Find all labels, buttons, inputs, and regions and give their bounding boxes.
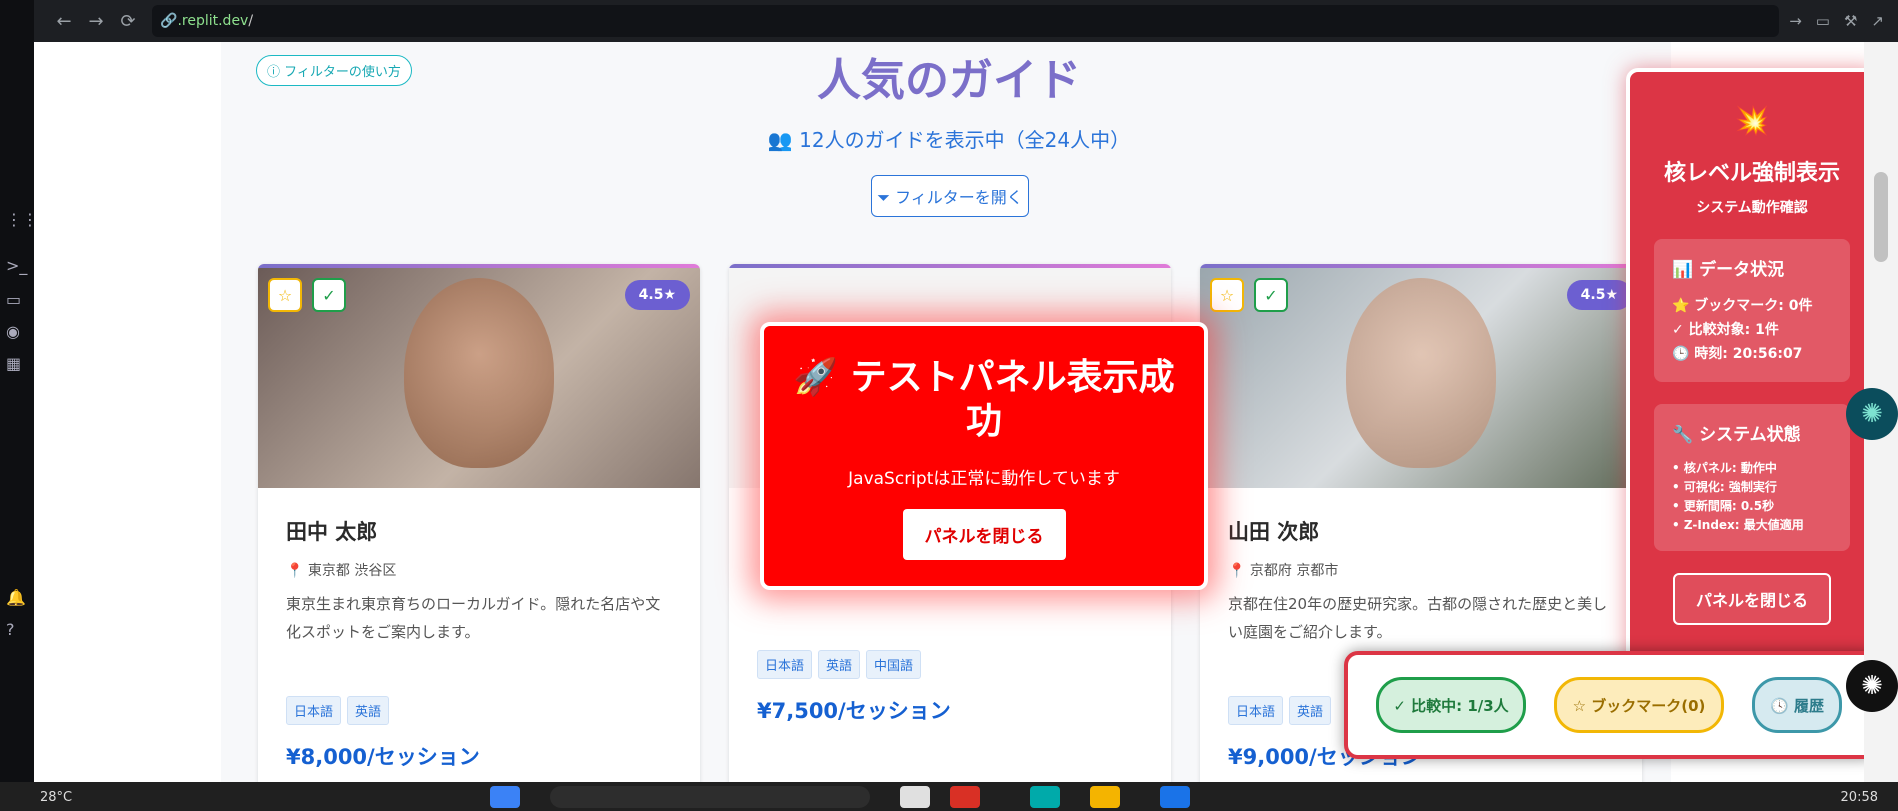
app-icon[interactable]	[950, 786, 980, 808]
page-title: 人気のガイド	[817, 55, 1081, 106]
nuke-panel: 💥 核レベル強制表示 システム動作確認 📊 データ状況 ⭐ ブックマーク: 0件…	[1626, 68, 1864, 672]
clock: 20:58	[1840, 790, 1878, 805]
grid-icon[interactable]: ▦	[6, 354, 21, 373]
guide-photo: ☆ ✓ 4.5★	[258, 268, 700, 488]
history-button[interactable]: 🕓 履歴	[1752, 677, 1842, 733]
open-filter-button[interactable]: ⏷ フィルターを開く	[871, 175, 1029, 217]
guide-photo: ☆ ✓ 4.5★	[1200, 268, 1642, 488]
chatgpt-icon[interactable]: ✺	[1846, 388, 1898, 440]
system-status-line: • 更新間隔: 0.5秒	[1672, 499, 1775, 513]
back-icon[interactable]: ←	[48, 11, 80, 32]
language-tag: 日本語	[757, 650, 813, 679]
bell-icon[interactable]: 🔔	[6, 588, 26, 607]
left-rail: ⋮⋮ >_ ▭ ◉ ▦ 🔔 ?	[0, 0, 38, 811]
guide-location: 📍 京都府 京都市	[1228, 563, 1339, 579]
wrench-icon[interactable]: ⚒	[1844, 12, 1857, 30]
reload-icon[interactable]: ⟳	[112, 11, 144, 32]
map-pin-icon: 📍	[1228, 563, 1246, 579]
compare-check-icon[interactable]: ✓	[1254, 278, 1288, 312]
app-icon[interactable]	[900, 786, 930, 808]
language-tag: 日本語	[286, 696, 342, 725]
globe-icon[interactable]: ◉	[6, 322, 20, 341]
assistant-icon[interactable]: ✺	[1846, 660, 1898, 712]
taskbar-search[interactable]	[550, 786, 870, 808]
screen-icon[interactable]: ▭	[1816, 12, 1830, 30]
data-status-line: 🕒 時刻: 20:56:07	[1672, 346, 1803, 362]
weather-temp: 28°C	[40, 790, 73, 805]
arrow-right-icon[interactable]: →	[1789, 12, 1802, 30]
data-status-line: ✓ 比較対象: 1件	[1672, 322, 1779, 338]
app-icon[interactable]	[1030, 786, 1060, 808]
data-status-line: ⭐ ブックマーク: 0件	[1672, 298, 1813, 314]
forward-icon[interactable]: →	[80, 11, 112, 32]
system-status-line: • Z-Index: 最大値適用	[1672, 518, 1804, 532]
url-path: /	[248, 13, 254, 29]
guide-price: ¥7,500/セッション	[757, 699, 951, 723]
guide-count: 👥 12人のガイドを表示中（全24人中）	[767, 128, 1131, 152]
page: ⓘ フィルターの使い方 人気のガイド 👥 12人のガイドを表示中（全24人中） …	[34, 42, 1864, 782]
url-host: .replit.dev	[177, 13, 249, 29]
monitor-icon[interactable]: ▭	[6, 290, 21, 309]
browser-toolbar: ← → ⟳ 🔗 .replit.dev / → ▭ ⚒ ↗	[34, 0, 1898, 42]
nuke-panel-subtitle: システム動作確認	[1696, 200, 1808, 216]
link-icon: 🔗	[160, 13, 178, 29]
bookmark-star-icon[interactable]: ☆	[1210, 278, 1244, 312]
help-icon[interactable]: ?	[6, 620, 15, 639]
close-test-panel-button[interactable]: パネルを閉じる	[902, 509, 1066, 560]
language-tag: 中国語	[866, 650, 922, 679]
nuke-panel-title: 核レベル強制表示	[1663, 161, 1840, 186]
rating-badge: 4.5★	[624, 280, 690, 310]
system-status-box: 🔧 システム状態 • 核パネル: 動作中 • 可視化: 強制実行 • 更新間隔:…	[1654, 404, 1850, 551]
language-tag: 英語	[347, 696, 390, 725]
guide-description: 東京生まれ東京育ちのローカルガイド。隠れた名店や文化スポットをご案内します。	[286, 595, 661, 641]
data-status-box: 📊 データ状況 ⭐ ブックマーク: 0件 ✓ 比較対象: 1件 🕒 時刻: 20…	[1654, 239, 1850, 382]
rating-badge: 4.5★	[1566, 280, 1632, 310]
test-panel-subtitle: JavaScriptは正常に動作しています	[848, 469, 1120, 489]
guide-name: 田中 太郎	[286, 520, 378, 544]
bookmark-star-icon[interactable]: ☆	[268, 278, 302, 312]
app-icon[interactable]	[1090, 786, 1120, 808]
scrollbar-thumb[interactable]	[1874, 172, 1888, 262]
close-nuke-panel-button[interactable]: パネルを閉じる	[1673, 573, 1831, 625]
guide-card[interactable]: ☆ ✓ 4.5★ 田中 太郎 📍 東京都 渋谷区 東京生まれ東京育ちのローカルガ…	[258, 264, 700, 782]
explosion-icon: 💥	[1734, 104, 1770, 137]
system-status-line: • 可視化: 強制実行	[1672, 480, 1777, 494]
taskbar: 28°C 20:58	[0, 782, 1898, 811]
language-tag: 日本語	[1228, 696, 1284, 725]
compare-button[interactable]: ✓ 比較中: 1/3人	[1376, 677, 1526, 733]
external-link-icon[interactable]: ↗	[1871, 12, 1884, 30]
language-tag: 英語	[818, 650, 861, 679]
test-panel: 🚀 テストパネル表示成功 JavaScriptは正常に動作しています パネルを閉…	[760, 322, 1208, 590]
floating-action-bar: ✓ 比較中: 1/3人 ☆ ブックマーク(0) 🕓 履歴	[1344, 651, 1864, 759]
data-status-heading: 📊 データ状況	[1672, 260, 1785, 280]
guide-price: ¥8,000/セッション	[286, 745, 480, 769]
test-panel-title: 🚀 テストパネル表示成功	[793, 357, 1175, 442]
terminal-icon[interactable]: >_	[6, 256, 27, 275]
app-icon[interactable]	[1160, 786, 1190, 808]
bookmark-button[interactable]: ☆ ブックマーク(0)	[1554, 677, 1724, 733]
compare-check-icon[interactable]: ✓	[312, 278, 346, 312]
guide-name: 山田 次郎	[1228, 520, 1320, 544]
windows-start-icon[interactable]	[490, 786, 520, 808]
map-pin-icon: 📍	[286, 563, 304, 579]
guide-location: 📍 東京都 渋谷区	[286, 563, 397, 579]
language-tag: 英語	[1289, 696, 1332, 725]
address-bar[interactable]: 🔗 .replit.dev /	[152, 5, 1780, 37]
system-status-heading: 🔧 システム状態	[1672, 425, 1801, 445]
system-status-line: • 核パネル: 動作中	[1672, 461, 1777, 475]
